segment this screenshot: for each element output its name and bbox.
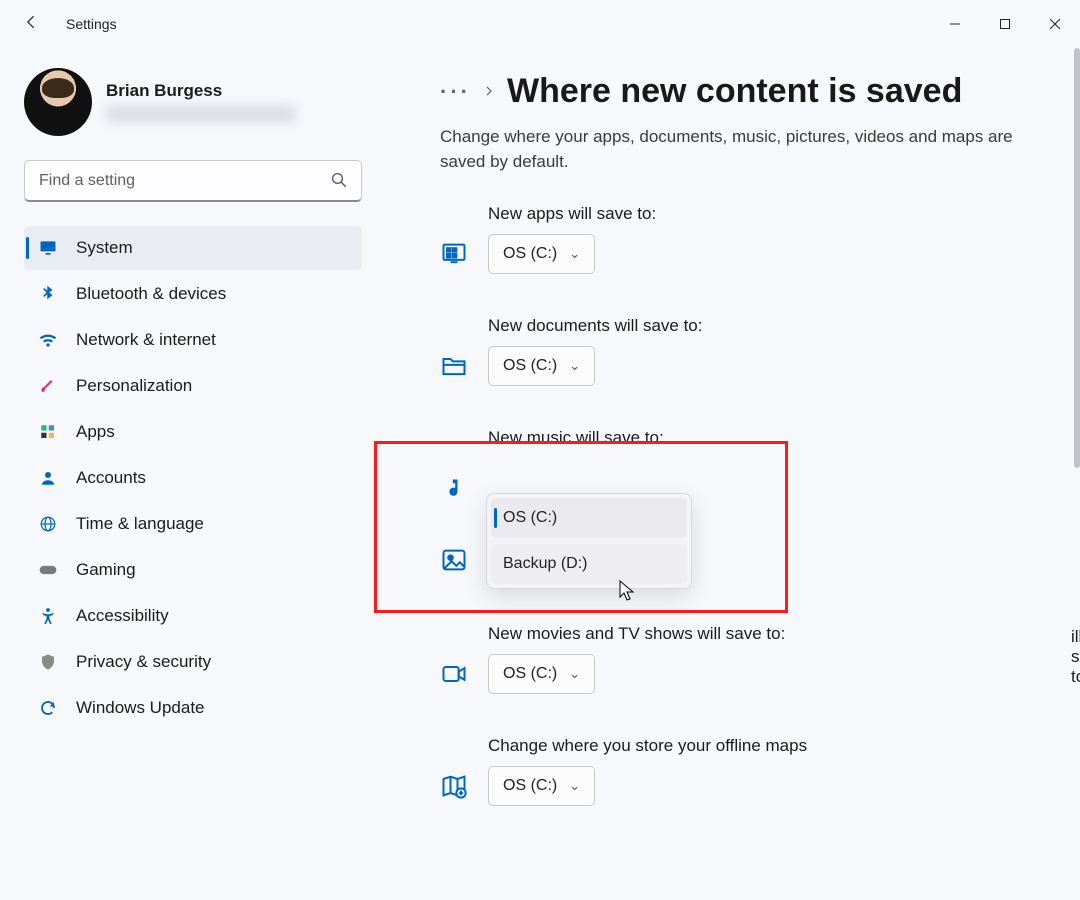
search-icon [330, 171, 348, 194]
combo-movies-drive[interactable]: OS (C:) ⌄ [488, 654, 595, 694]
sidebar-item-privacy[interactable]: Privacy & security [24, 640, 362, 684]
apps-icon [38, 422, 58, 442]
sidebar-item-update[interactable]: Windows Update [24, 686, 362, 730]
sidebar-item-accessibility[interactable]: Accessibility [24, 594, 362, 638]
combo-value: OS (C:) [503, 665, 557, 683]
dropdown-option-os-c[interactable]: OS (C:) [491, 498, 687, 538]
setting-label: New documents will save to: [488, 316, 702, 336]
sidebar-item-label: Privacy & security [76, 652, 211, 672]
sidebar-item-label: System [76, 238, 133, 258]
sidebar-item-accounts[interactable]: Accounts [24, 456, 362, 500]
video-icon [440, 660, 468, 688]
music-note-icon [440, 476, 468, 504]
window-title: Settings [66, 16, 117, 32]
search-input[interactable] [24, 160, 362, 202]
sidebar-item-label: Apps [76, 422, 115, 442]
setting-new-documents: New documents will save to: OS (C:) ⌄ [440, 316, 1054, 386]
vertical-scrollbar[interactable] [1074, 48, 1080, 468]
wifi-icon [38, 330, 58, 350]
sidebar-item-label: Accounts [76, 468, 146, 488]
sidebar-item-time-language[interactable]: Time & language [24, 502, 362, 546]
sidebar-item-bluetooth[interactable]: Bluetooth & devices [24, 272, 362, 316]
combo-docs-drive[interactable]: OS (C:) ⌄ [488, 346, 595, 386]
bluetooth-icon [38, 284, 58, 304]
brush-icon [38, 376, 58, 396]
setting-label: New music will save to: [488, 428, 664, 448]
minimize-button[interactable] [930, 6, 980, 42]
sidebar-item-network[interactable]: Network & internet [24, 318, 362, 362]
sidebar-item-label: Windows Update [76, 698, 205, 718]
setting-label: New apps will save to: [488, 204, 656, 224]
combo-apps-drive[interactable]: OS (C:) ⌄ [488, 234, 595, 274]
setting-label-photos-partial: ill save to: [1071, 627, 1080, 687]
profile-block[interactable]: Brian Burgess [24, 68, 362, 136]
gamepad-icon [38, 560, 58, 580]
maximize-button[interactable] [980, 6, 1030, 42]
setting-label: New movies and TV shows will save to: [488, 624, 785, 644]
sidebar-item-personalization[interactable]: Personalization [24, 364, 362, 408]
combo-maps-drive[interactable]: OS (C:) ⌄ [488, 766, 595, 806]
option-label: OS (C:) [503, 509, 557, 527]
accessibility-icon [38, 606, 58, 626]
apps-storage-icon [440, 240, 468, 268]
sidebar-item-gaming[interactable]: Gaming [24, 548, 362, 592]
combo-music-dropdown[interactable]: OS (C:) Backup (D:) [486, 493, 692, 589]
sidebar-item-label: Network & internet [76, 330, 216, 350]
option-label: Backup (D:) [503, 555, 587, 573]
display-icon [38, 238, 58, 258]
update-icon [38, 698, 58, 718]
person-icon [38, 468, 58, 488]
picture-icon [440, 546, 468, 574]
close-button[interactable] [1030, 6, 1080, 42]
setting-offline-maps: Change where you store your offline maps… [440, 736, 1054, 806]
chevron-down-icon: ⌄ [569, 358, 580, 374]
profile-name: Brian Burgess [106, 81, 296, 101]
avatar [24, 68, 92, 136]
page-title: Where new content is saved [507, 72, 962, 111]
folder-icon [440, 352, 468, 380]
setting-new-movies: New movies and TV shows will save to: OS… [440, 624, 1054, 694]
chevron-down-icon: ⌄ [569, 778, 580, 794]
sidebar-item-apps[interactable]: Apps [24, 410, 362, 454]
back-button[interactable] [18, 8, 46, 41]
page-description: Change where your apps, documents, music… [440, 125, 1020, 174]
map-icon [440, 772, 468, 800]
globe-icon [38, 514, 58, 534]
combo-value: OS (C:) [503, 777, 557, 795]
chevron-down-icon: ⌄ [569, 666, 580, 682]
setting-label: Change where you store your offline maps [488, 736, 807, 756]
sidebar-item-label: Time & language [76, 514, 204, 534]
sidebar-item-label: Personalization [76, 376, 192, 396]
chevron-down-icon: ⌄ [569, 246, 580, 262]
combo-value: OS (C:) [503, 245, 557, 263]
breadcrumb-more[interactable]: ··· [440, 79, 471, 105]
sidebar-item-label: Gaming [76, 560, 136, 580]
sidebar-item-system[interactable]: System [24, 226, 362, 270]
combo-value: OS (C:) [503, 357, 557, 375]
sidebar-item-label: Bluetooth & devices [76, 284, 226, 304]
setting-new-apps: New apps will save to: OS (C:) ⌄ [440, 204, 1054, 274]
sidebar-item-label: Accessibility [76, 606, 169, 626]
chevron-right-icon [483, 81, 495, 102]
dropdown-option-backup-d[interactable]: Backup (D:) [491, 544, 687, 584]
profile-email-blurred [106, 105, 296, 123]
shield-icon [38, 652, 58, 672]
